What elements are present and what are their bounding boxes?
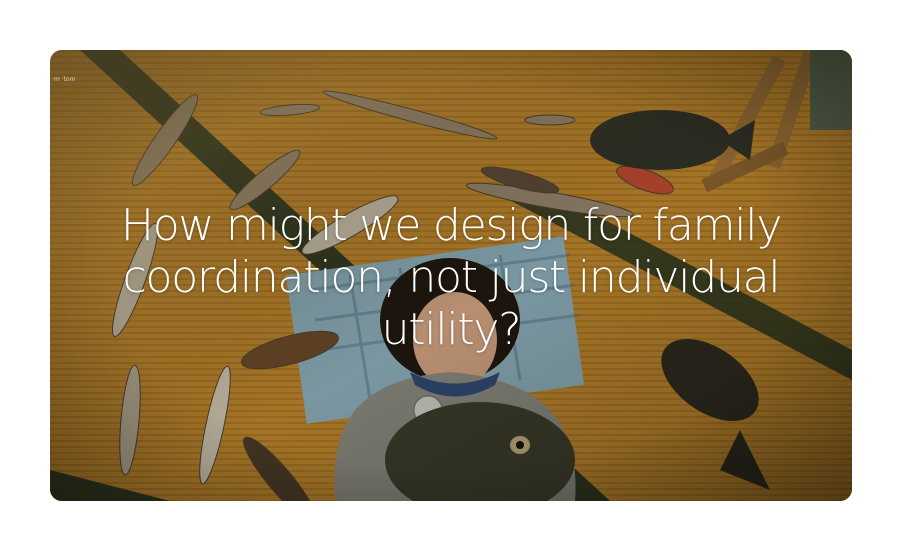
card-headline: How might we design for family coordinat…: [120, 200, 783, 355]
photo-watermark: ·m ·tom: [52, 76, 76, 83]
hero-card[interactable]: ·m ·tom How might we design for family c…: [50, 50, 852, 501]
